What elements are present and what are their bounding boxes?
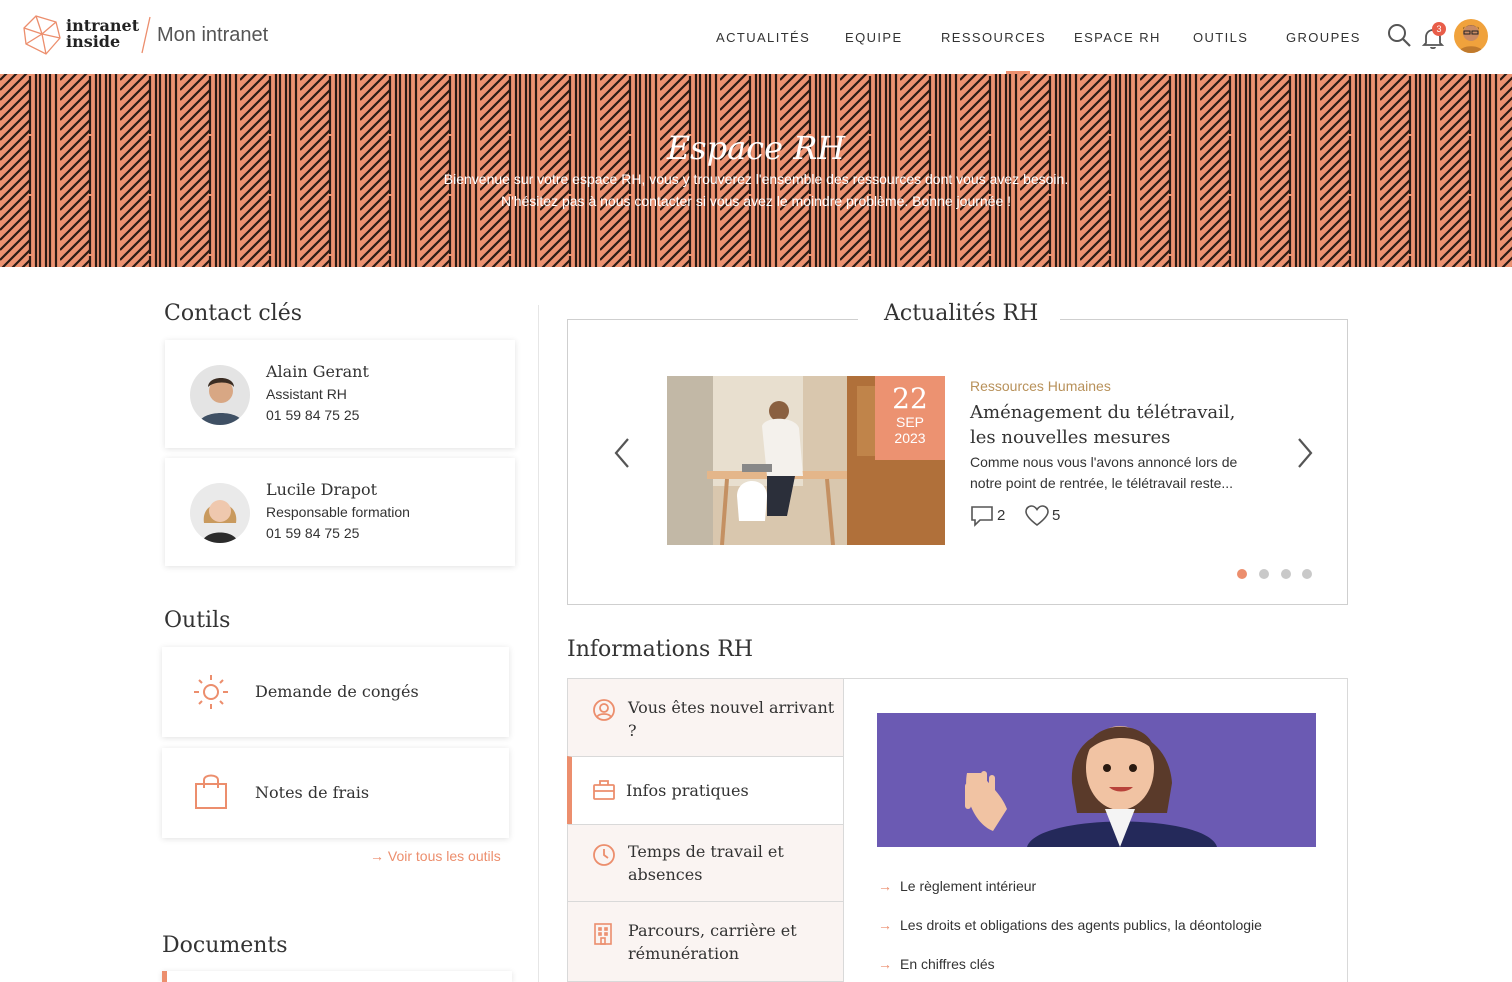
heart-icon[interactable]	[1025, 505, 1049, 527]
tab-label-line-1: Infos pratiques	[626, 781, 749, 800]
banner-text-1: Bienvenue sur votre espace RH, vous y tr…	[443, 171, 1069, 187]
info-link-label: Les droits et obligations des agents pub…	[900, 917, 1262, 933]
see-all-label: Voir tous les outils	[387, 848, 501, 864]
tool-label: Notes de frais	[255, 783, 370, 802]
banner-text-2: N'hésitez pas à nous contacter si vous a…	[500, 193, 1012, 209]
tool-card-conges[interactable]: Demande de congés	[162, 647, 509, 737]
contact-role: Assistant RH	[266, 386, 347, 402]
comment-icon[interactable]	[970, 505, 994, 527]
column-divider	[538, 305, 539, 982]
contact-phone[interactable]: 01 59 84 75 25	[266, 407, 359, 423]
contact-card[interactable]: Alain Gerant Assistant RH 01 59 84 75 25	[165, 340, 515, 448]
arrow-right-icon: →	[370, 848, 384, 864]
arrow-right-icon: →	[878, 878, 892, 894]
contacts-title: Contact clés	[164, 301, 303, 326]
tab-label: Parcours, carrière et rémunération	[628, 919, 797, 965]
main-nav: ACTUALITÉS EQUIPE RESSOURCES ESPACE RH O…	[0, 30, 1512, 50]
tab-label-line-2: rémunération	[628, 944, 740, 963]
tab-label-line-1: Vous êtes nouvel arrivant ?	[628, 698, 835, 740]
user-avatar[interactable]	[1454, 19, 1488, 53]
briefcase-icon	[593, 780, 615, 800]
tab-parcours-carriere[interactable]: Parcours, carrière et rémunération	[567, 901, 844, 982]
tool-card-frais[interactable]: Notes de frais	[162, 748, 509, 838]
tab-label-line-1: Temps de travail et	[628, 842, 784, 861]
contact-avatar	[190, 483, 250, 543]
date-day: 22	[892, 382, 928, 415]
building-icon	[594, 923, 612, 945]
search-icon[interactable]	[1386, 22, 1412, 50]
carousel-dot[interactable]	[1237, 569, 1247, 579]
shopping-bag-icon	[195, 774, 227, 809]
hero-banner: Espace RH Bienvenue sur votre espace RH,…	[0, 74, 1512, 267]
tab-label: Infos pratiques	[626, 779, 749, 802]
arrow-right-icon: →	[878, 917, 892, 933]
top-header: intranet inside Mon intranet ACTUALITÉS …	[0, 0, 1512, 74]
carousel-dot[interactable]	[1302, 569, 1312, 579]
carousel-dot[interactable]	[1259, 569, 1269, 579]
excerpt-line-1: Comme nous vous l'avons annoncé lors de	[970, 454, 1238, 470]
nav-ressources[interactable]: RESSOURCES	[941, 30, 1046, 45]
tab-label: Temps de travail et absences	[628, 840, 784, 886]
user-circle-icon	[593, 699, 615, 721]
news-date-badge: 22 SEP 2023	[875, 376, 945, 460]
news-category[interactable]: Ressources Humaines	[970, 378, 1111, 394]
date-month: SEP	[895, 414, 924, 430]
nav-equipe[interactable]: EQUIPE	[845, 30, 903, 45]
tab-label-line-2: absences	[628, 865, 703, 884]
news-headline[interactable]: Aménagement du télétravail, les nouvelle…	[970, 400, 1260, 450]
nav-outils[interactable]: OUTILS	[1193, 30, 1248, 45]
chevron-right-icon[interactable]	[1293, 436, 1317, 470]
info-illustration	[877, 713, 1316, 847]
comment-count: 2	[997, 507, 1006, 524]
contact-role: Responsable formation	[266, 504, 410, 520]
notification-badge: 3	[1432, 22, 1446, 36]
info-link[interactable]: → Le règlement intérieur	[878, 878, 1036, 894]
like-count: 5	[1052, 507, 1061, 524]
carousel-dot[interactable]	[1281, 569, 1291, 579]
tab-label-line-1: Parcours, carrière et	[628, 921, 797, 940]
date-year: 2023	[894, 430, 926, 446]
tab-temps-de-travail[interactable]: Temps de travail et absences	[567, 824, 844, 902]
see-all-tools-link[interactable]: → Voir tous les outils	[370, 848, 501, 864]
news-excerpt: Comme nous vous l'avons annoncé lors de …	[970, 452, 1260, 494]
arrow-right-icon: →	[878, 956, 892, 972]
contact-name: Lucile Drapot	[266, 480, 377, 499]
sun-icon	[194, 675, 228, 709]
nav-groupes[interactable]: GROUPES	[1286, 30, 1361, 45]
headline-line-2: les nouvelles mesures	[970, 427, 1171, 448]
info-link[interactable]: → En chiffres clés	[878, 956, 995, 972]
news-title: Actualités RH	[884, 301, 1039, 326]
tool-label: Demande de congés	[255, 682, 419, 701]
tab-nouvel-arrivant[interactable]: Vous êtes nouvel arrivant ?	[567, 678, 844, 757]
contact-name: Alain Gerant	[266, 362, 369, 381]
tab-infos-pratiques[interactable]: Infos pratiques	[567, 756, 844, 825]
contact-phone[interactable]: 01 59 84 75 25	[266, 525, 359, 541]
info-link-label: En chiffres clés	[900, 956, 995, 972]
info-link-label: Le règlement intérieur	[900, 878, 1037, 894]
contact-avatar	[190, 365, 250, 425]
clock-icon	[593, 844, 615, 866]
tab-label: Vous êtes nouvel arrivant ?	[628, 696, 843, 742]
banner-title: Espace RH	[666, 129, 846, 167]
document-card[interactable]	[162, 971, 512, 982]
chevron-left-icon[interactable]	[610, 436, 634, 470]
info-link[interactable]: → Les droits et obligations des agents pu…	[878, 917, 1262, 933]
nav-actualites[interactable]: ACTUALITÉS	[716, 30, 810, 45]
tools-title: Outils	[164, 608, 231, 633]
documents-title: Documents	[162, 933, 288, 958]
excerpt-line-2: notre point de rentrée, le télétravail r…	[970, 475, 1234, 491]
headline-line-1: Aménagement du télétravail,	[970, 402, 1236, 423]
nav-espace-rh[interactable]: ESPACE RH	[1074, 30, 1161, 45]
contact-card[interactable]: Lucile Drapot Responsable formation 01 5…	[165, 458, 515, 566]
infos-title: Informations RH	[567, 637, 754, 662]
